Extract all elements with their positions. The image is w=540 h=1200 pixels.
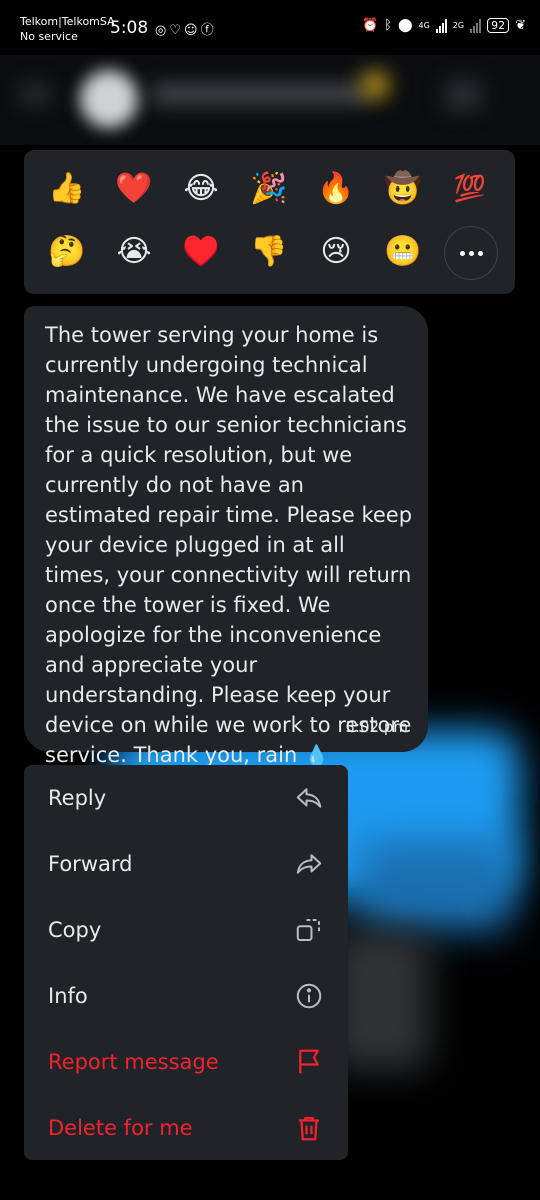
thumbs-up-reaction[interactable]: 👍 bbox=[40, 162, 94, 216]
alarm-icon: ⏰ bbox=[361, 18, 379, 33]
trash-icon bbox=[299, 1116, 319, 1141]
forward-icon bbox=[296, 854, 322, 874]
message-context-menu: Reply Forward Copy Info Report message D… bbox=[24, 765, 348, 1160]
laughing-reaction[interactable]: 😂 bbox=[174, 162, 228, 216]
battery-level: 92 bbox=[487, 18, 510, 33]
menu-item-forward[interactable]: Forward bbox=[24, 831, 348, 897]
menu-item-report[interactable]: Report message bbox=[24, 1029, 348, 1095]
sent-message-blurred-2 bbox=[360, 840, 510, 930]
message-body: The tower serving your home is currently… bbox=[45, 323, 413, 767]
reply-icon bbox=[296, 788, 322, 808]
heart-reaction[interactable]: ❤️ bbox=[107, 162, 161, 216]
menu-item-info[interactable]: Info bbox=[24, 963, 348, 1029]
avatar bbox=[80, 70, 138, 128]
network-type-2: 2G bbox=[452, 20, 465, 30]
menu-item-copy[interactable]: Copy bbox=[24, 897, 348, 963]
red-heart-reaction[interactable]: ♥️ bbox=[174, 225, 228, 279]
carrier-info: Telkom|TelkomSA No service bbox=[20, 14, 115, 44]
copy-label: Copy bbox=[48, 918, 102, 942]
whatsapp-icon: ◎ bbox=[155, 23, 170, 38]
info-label: Info bbox=[48, 984, 88, 1008]
received-message-bubble[interactable]: The tower serving your home is currently… bbox=[24, 306, 428, 767]
delete-label: Delete for me bbox=[48, 1116, 193, 1140]
battery-saver-icon: ❦ bbox=[515, 18, 526, 33]
signal-icon-2 bbox=[470, 18, 482, 33]
hundred-reaction[interactable]: 💯 bbox=[443, 162, 497, 216]
crying-reaction[interactable]: 😭 bbox=[107, 225, 161, 279]
report-label: Report message bbox=[48, 1050, 219, 1074]
back-icon bbox=[20, 84, 50, 104]
bluetooth-icon: ᛒ bbox=[384, 18, 392, 33]
location-icon: ⬤ bbox=[397, 18, 413, 33]
heart-rate-icon: ♡ bbox=[169, 23, 184, 38]
thumbs-down-reaction[interactable]: 👎 bbox=[242, 225, 296, 279]
menu-item-reply[interactable]: Reply bbox=[24, 765, 348, 831]
clock: 5:08 bbox=[110, 18, 149, 38]
contact-name-blurred bbox=[150, 85, 370, 103]
message-timestamp: 3:02 pm bbox=[345, 718, 408, 736]
service-status: No service bbox=[20, 30, 78, 43]
menu-item-delete[interactable]: Delete for me bbox=[24, 1095, 348, 1161]
forward-label: Forward bbox=[48, 852, 133, 876]
reply-label: Reply bbox=[48, 786, 107, 810]
network-type: 4G bbox=[418, 20, 430, 30]
more-dot-icon bbox=[477, 250, 483, 256]
status-bar: Telkom|TelkomSA No service 5:08 ◎♡☺ⓕ ⏰ ᛒ… bbox=[0, 0, 540, 50]
signal-icon bbox=[435, 18, 447, 33]
more-reactions-button[interactable] bbox=[444, 226, 498, 280]
message-text: The tower serving your home is currently… bbox=[45, 320, 415, 770]
grimace-reaction[interactable]: 😬 bbox=[376, 225, 430, 279]
more-dots-icon bbox=[459, 250, 465, 256]
facebook-icon: ⓕ bbox=[200, 23, 217, 38]
thinking-reaction[interactable]: 🤔 bbox=[40, 225, 94, 279]
copy-icon bbox=[296, 919, 320, 941]
flag-icon bbox=[299, 1049, 319, 1074]
sad-reaction[interactable]: 😢 bbox=[309, 225, 363, 279]
info-icon bbox=[296, 983, 322, 1009]
system-icons: ⏰ ᛒ ⬤ 4G 2G 92 ❦ bbox=[362, 18, 526, 33]
header-action-icon bbox=[445, 80, 481, 110]
party-reaction[interactable]: 🎉 bbox=[242, 162, 296, 216]
cowboy-reaction[interactable]: 🤠 bbox=[376, 162, 430, 216]
reaction-picker: 👍 ❤️ 😂 🎉 🔥 🤠 💯 🤔 😭 ♥️ 👎 😢 😬 bbox=[24, 150, 515, 294]
fire-reaction[interactable]: 🔥 bbox=[309, 162, 363, 216]
verified-badge-icon bbox=[360, 70, 390, 100]
snapchat-icon: ☺ bbox=[184, 23, 201, 38]
notification-icons: ◎♡☺ⓕ bbox=[155, 19, 217, 38]
carrier-name: Telkom|TelkomSA bbox=[20, 15, 115, 28]
more-dot-icon bbox=[468, 250, 474, 256]
